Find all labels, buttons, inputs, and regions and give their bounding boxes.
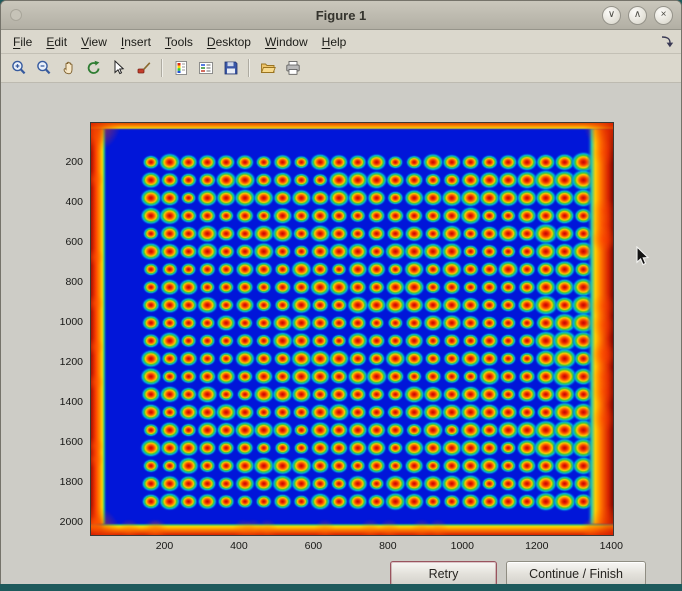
colorbar-button[interactable] xyxy=(169,57,192,80)
y-tick-label: 1000 xyxy=(1,316,83,328)
x-tick-label: 1000 xyxy=(440,540,484,552)
menu-item-window[interactable]: Window xyxy=(258,32,315,52)
rotate-3d-button[interactable] xyxy=(82,57,105,80)
window-controls: ∨ ∧ × xyxy=(602,6,681,25)
figure-toolbar xyxy=(1,54,681,83)
y-tick-label: 1400 xyxy=(1,396,83,408)
menu-item-tools[interactable]: Tools xyxy=(158,32,200,52)
brush-button[interactable] xyxy=(132,57,155,80)
title-bar[interactable]: Figure 1 ∨ ∧ × xyxy=(1,1,681,30)
dock-figure-button[interactable] xyxy=(660,35,681,48)
desktop: Figure 1 ∨ ∧ × FileEditViewInsertToolsDesk… xyxy=(0,0,682,591)
menu-item-desktop[interactable]: Desktop xyxy=(200,32,258,52)
heatmap-image[interactable] xyxy=(90,122,614,536)
save-button[interactable] xyxy=(219,57,242,80)
data-cursor-button[interactable] xyxy=(107,57,130,80)
toolbar-separator xyxy=(161,59,163,77)
x-tick-label: 1400 xyxy=(589,540,633,552)
save-icon xyxy=(222,59,240,77)
y-tick-label: 800 xyxy=(1,276,83,288)
dock-figure-icon xyxy=(660,35,674,48)
close-button[interactable]: × xyxy=(654,6,673,25)
rotate-3d-icon xyxy=(85,59,103,77)
y-tick-label: 1800 xyxy=(1,476,83,488)
pan-button[interactable] xyxy=(57,57,80,80)
figure-window: Figure 1 ∨ ∧ × FileEditViewInsertToolsDesk… xyxy=(0,0,682,585)
window-menu-icon xyxy=(10,9,22,21)
maximize-button[interactable]: ∧ xyxy=(628,6,647,25)
x-tick-label: 1200 xyxy=(515,540,559,552)
y-tick-label: 1200 xyxy=(1,356,83,368)
open-folder-button[interactable] xyxy=(256,57,279,80)
zoom-out-button[interactable] xyxy=(32,57,55,80)
zoom-in-button[interactable] xyxy=(7,57,30,80)
x-tick-label: 800 xyxy=(366,540,410,552)
menu-item-help[interactable]: Help xyxy=(315,32,354,52)
open-folder-icon xyxy=(259,59,277,77)
menu-bar: FileEditViewInsertToolsDesktopWindowHelp xyxy=(1,30,681,54)
legend-icon xyxy=(197,59,215,77)
menu-bar-items: FileEditViewInsertToolsDesktopWindowHelp xyxy=(6,32,353,52)
continue-finish-button[interactable]: Continue / Finish xyxy=(506,561,646,585)
mouse-cursor-icon xyxy=(636,246,651,272)
minimize-button[interactable]: ∨ xyxy=(602,6,621,25)
x-tick-label: 600 xyxy=(291,540,335,552)
retry-button[interactable]: Retry xyxy=(390,561,497,585)
x-tick-label: 200 xyxy=(142,540,186,552)
menu-item-edit[interactable]: Edit xyxy=(39,32,74,52)
y-tick-label: 200 xyxy=(1,156,83,168)
x-tick-label: 400 xyxy=(217,540,261,552)
data-cursor-icon xyxy=(110,59,128,77)
y-tick-label: 2000 xyxy=(1,516,83,528)
menu-item-file[interactable]: File xyxy=(6,32,39,52)
pan-icon xyxy=(60,59,78,77)
y-tick-label: 1600 xyxy=(1,436,83,448)
y-tick-label: 400 xyxy=(1,196,83,208)
legend-button[interactable] xyxy=(194,57,217,80)
toolbar-separator xyxy=(248,59,250,77)
brush-icon xyxy=(135,59,153,77)
figure-client: Retry Continue / Finish 200 400 600 800 1000… xyxy=(1,83,681,584)
zoom-in-icon xyxy=(10,59,28,77)
window-title: Figure 1 xyxy=(1,8,681,23)
print-button[interactable] xyxy=(281,57,304,80)
zoom-out-icon xyxy=(35,59,53,77)
menu-item-insert[interactable]: Insert xyxy=(114,32,158,52)
print-icon xyxy=(284,59,302,77)
y-tick-label: 600 xyxy=(1,236,83,248)
menu-item-view[interactable]: View xyxy=(74,32,114,52)
colorbar-icon xyxy=(172,59,190,77)
desktop-panel xyxy=(0,584,682,591)
